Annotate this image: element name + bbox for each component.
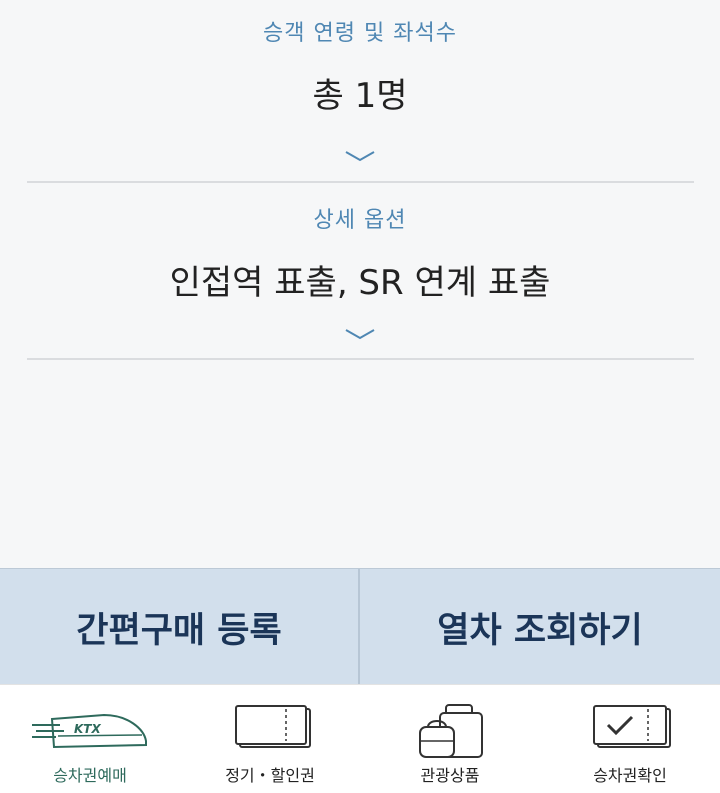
options-section-label: 상세 옵션 <box>313 208 407 233</box>
passenger-count-row[interactable]: 총 1명 <box>0 68 720 117</box>
options-value[interactable]: 인접역 표출, SR 연계 표출 <box>0 255 720 304</box>
tab-label: 정기・할인권 <box>225 766 315 785</box>
chevron-down-icon[interactable] <box>343 326 377 342</box>
search-trains-button[interactable]: 열차 조회하기 <box>360 569 720 685</box>
section-divider <box>27 181 694 183</box>
svg-text:KTX: KTX <box>74 722 101 736</box>
tab-tour-products[interactable]: 관광상품 <box>360 685 540 793</box>
passenger-section-label: 승객 연령 및 좌석수 <box>263 21 457 46</box>
quick-purchase-register-button[interactable]: 간편구매 등록 <box>0 569 358 685</box>
ktx-train-icon: KTX <box>32 713 147 749</box>
action-button-bar: 간편구매 등록 열차 조회하기 <box>0 568 720 685</box>
luggage-icon <box>419 704 483 758</box>
tab-ticket-reservation[interactable]: KTX 승차권예매 <box>0 685 180 793</box>
passenger-section[interactable]: 승객 연령 및 좌석수 <box>0 15 720 47</box>
options-value-row[interactable]: 인접역 표출, SR 연계 표출 <box>0 255 720 304</box>
section-divider <box>27 358 694 360</box>
chevron-down-icon[interactable] <box>343 148 377 164</box>
tab-label: 관광상품 <box>420 766 480 785</box>
ticket-check-icon <box>593 705 671 748</box>
passenger-count-value[interactable]: 총 1명 <box>0 68 720 117</box>
tab-label: 승차권확인 <box>593 766 667 785</box>
options-section[interactable]: 상세 옵션 <box>0 202 720 234</box>
bottom-tab-bar: KTX 승차권예매 정기・할인권 관광상품 승차권확인 <box>0 684 720 793</box>
ticket-icon <box>235 705 311 748</box>
tab-ticket-check[interactable]: 승차권확인 <box>540 685 720 793</box>
tab-pass-discount[interactable]: 정기・할인권 <box>180 685 360 793</box>
tab-label: 승차권예매 <box>53 766 127 785</box>
